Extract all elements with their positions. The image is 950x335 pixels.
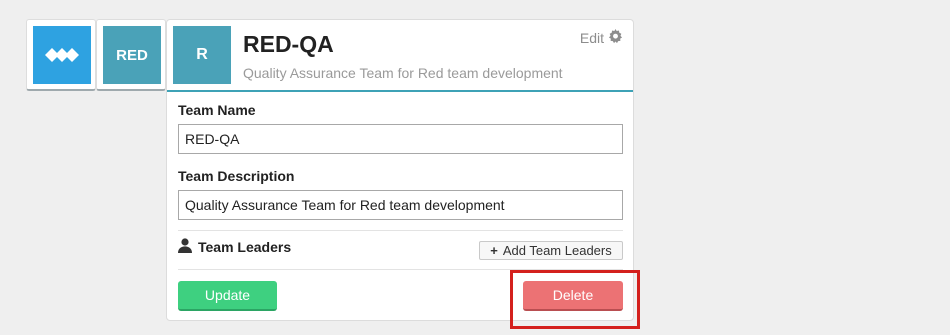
team-description-label: Team Description <box>178 168 295 184</box>
gear-icon <box>608 29 623 47</box>
company-logo-icon <box>33 26 91 84</box>
team-tile-logo[interactable] <box>26 19 96 91</box>
update-button[interactable]: Update <box>178 281 277 311</box>
team-name-label: Team Name <box>178 102 256 118</box>
delete-highlight-box <box>510 270 640 329</box>
team-description-input[interactable] <box>178 190 623 220</box>
team-leaders-heading: Team Leaders <box>178 238 291 256</box>
add-team-leaders-label: Add Team Leaders <box>502 243 612 258</box>
team-title: RED-QA <box>243 31 334 57</box>
team-subtitle: Quality Assurance Team for Red team deve… <box>243 65 563 81</box>
edit-button[interactable]: Edit <box>580 29 623 47</box>
edit-label: Edit <box>579 30 604 46</box>
team-avatar: R <box>173 26 231 84</box>
card-header: R RED-QA Quality Assurance Team for Red … <box>167 20 633 92</box>
add-team-leaders-button[interactable]: + Add Team Leaders <box>479 241 623 260</box>
team-name-input[interactable] <box>178 124 623 154</box>
divider <box>178 230 623 231</box>
team-tile-red-label: RED <box>103 26 161 84</box>
team-tile-red[interactable]: RED <box>96 19 166 91</box>
user-icon <box>178 238 192 256</box>
team-leaders-label: Team Leaders <box>198 239 292 255</box>
plus-icon: + <box>490 243 498 258</box>
